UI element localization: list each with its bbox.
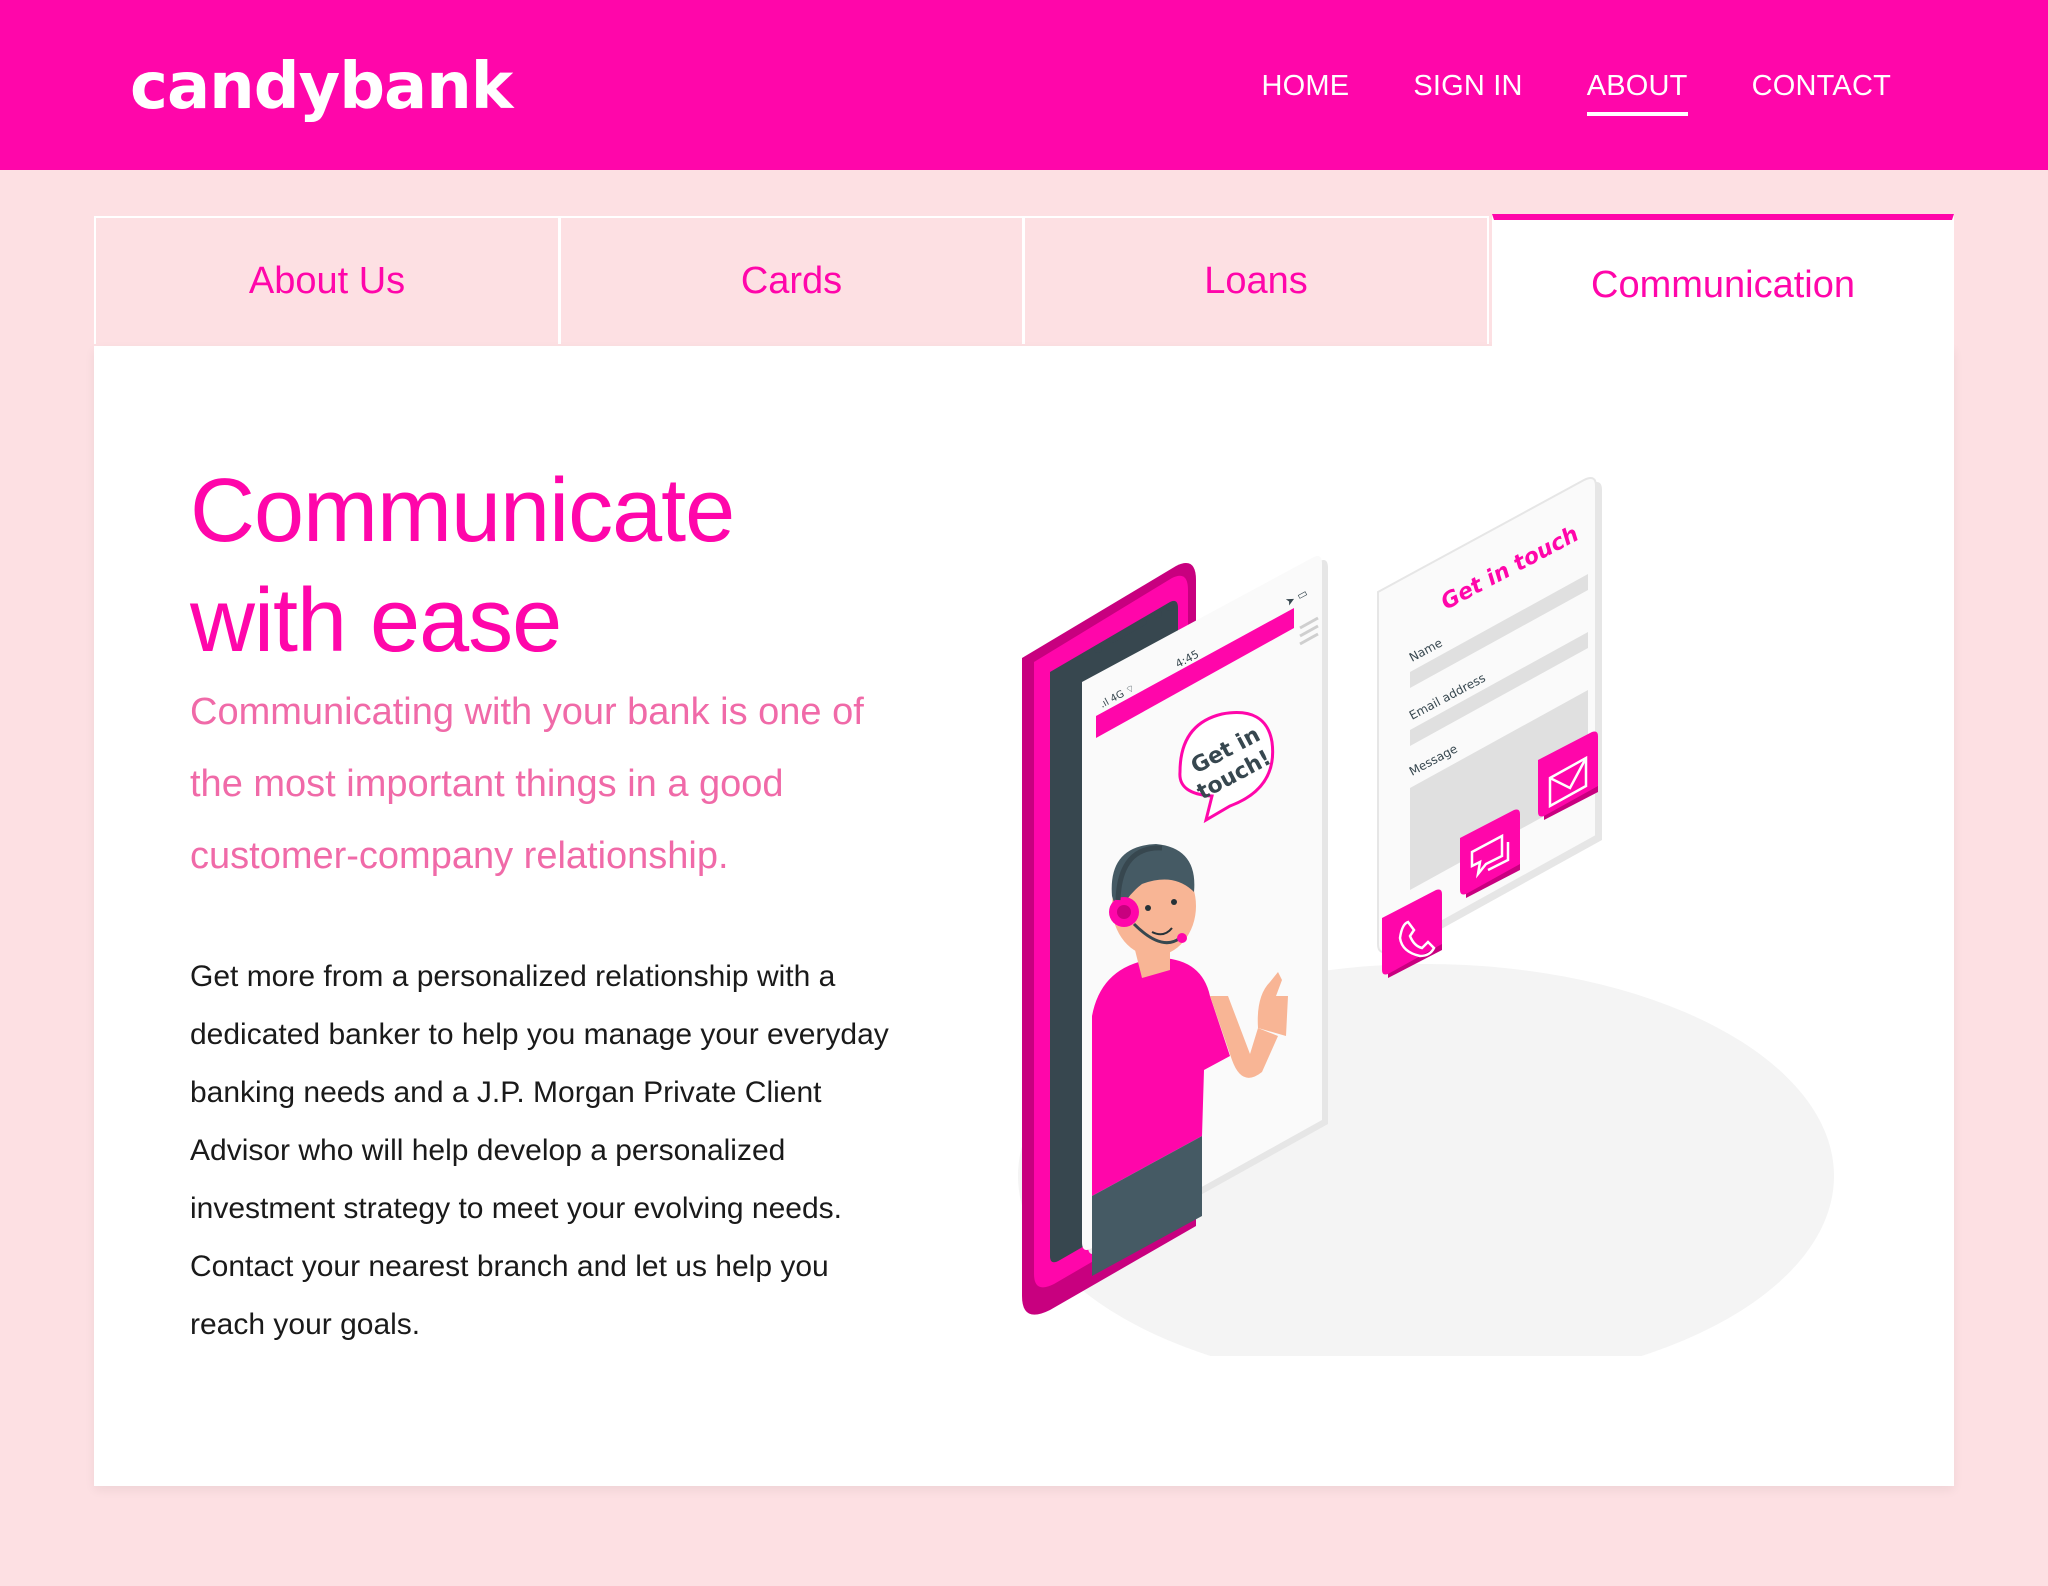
nav-home[interactable]: HOME bbox=[1262, 62, 1350, 110]
tab-panel: Communicate with ease Communicating with… bbox=[94, 346, 1954, 1486]
tab-communication[interactable]: Communication bbox=[1492, 214, 1954, 346]
lead-paragraph: Communicating with your bank is one of t… bbox=[190, 691, 864, 877]
nav-sign-in[interactable]: SIGN IN bbox=[1413, 62, 1522, 110]
page-title: Communicate with ease bbox=[190, 461, 735, 671]
tab-loans[interactable]: Loans bbox=[1023, 216, 1489, 344]
tab-about-us[interactable]: About Us bbox=[94, 216, 560, 344]
nav-links: HOME SIGN IN ABOUT CONTACT bbox=[1262, 62, 1891, 116]
tab-cards[interactable]: Cards bbox=[559, 216, 1024, 344]
body-paragraph: Get more from a personalized relationshi… bbox=[190, 960, 889, 1341]
nav-contact[interactable]: CONTACT bbox=[1752, 62, 1891, 110]
contact-illustration: .ıl 4G ⌔ 4:45 ➤ ▭ Get in touch! Get in t… bbox=[1018, 477, 1834, 1356]
navbar: candybank HOME SIGN IN ABOUT CONTACT bbox=[0, 0, 2048, 170]
nav-about[interactable]: ABOUT bbox=[1586, 62, 1688, 116]
tab-bar: About Us Cards Loans Communication bbox=[94, 214, 1954, 346]
logo[interactable]: candybank bbox=[130, 42, 513, 132]
